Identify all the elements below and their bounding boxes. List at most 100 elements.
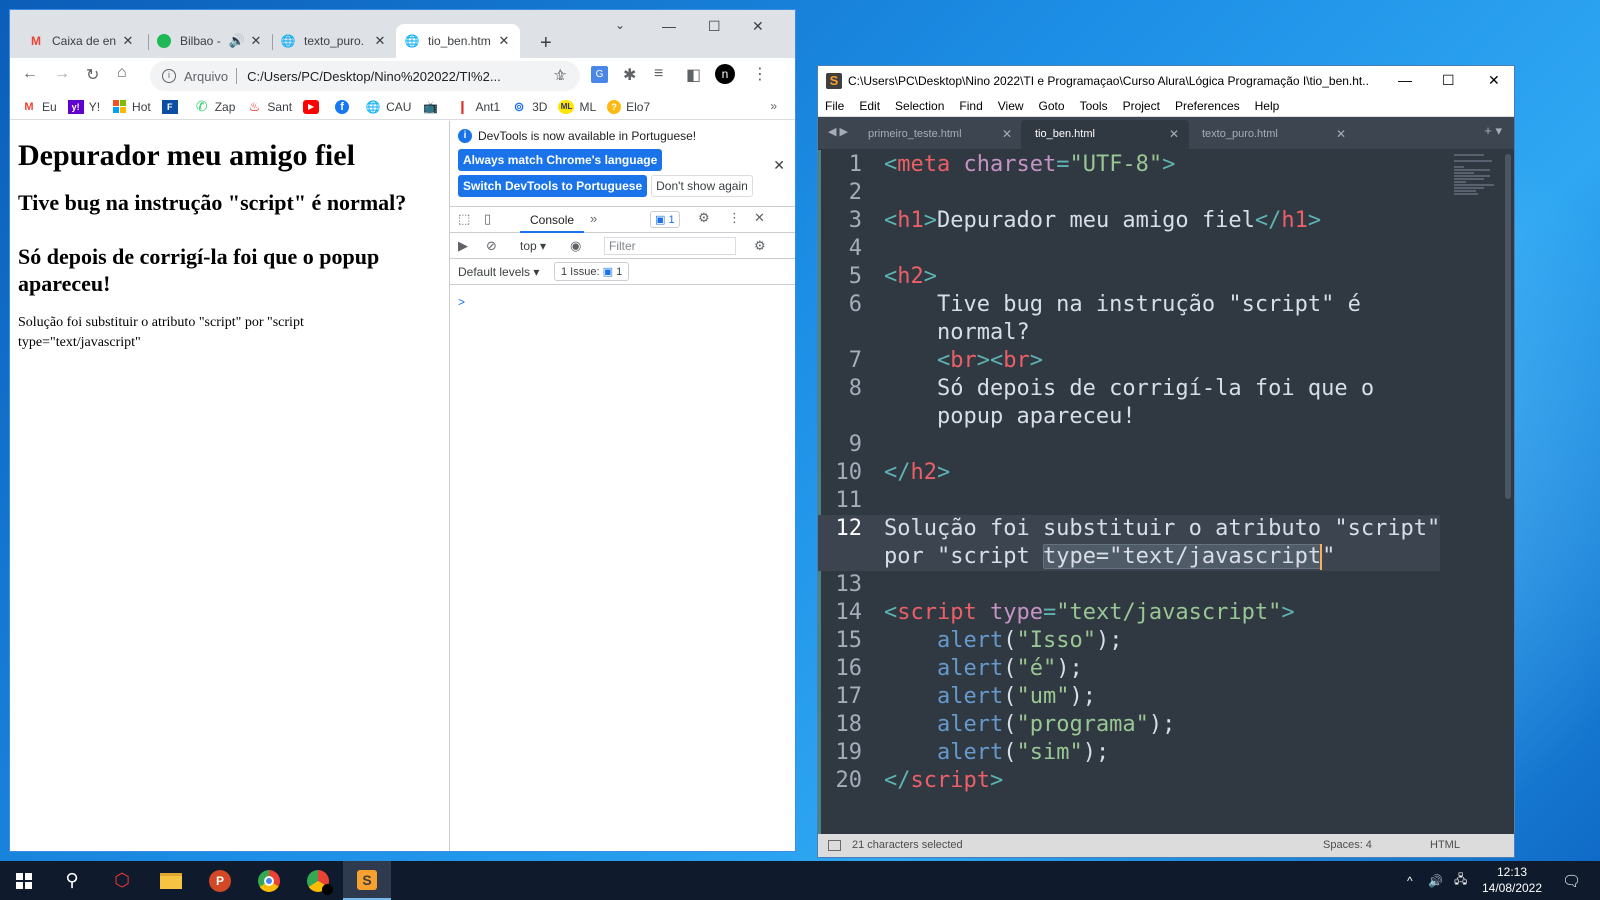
menu-preferences[interactable]: Preferences — [1175, 99, 1240, 113]
console-prompt[interactable]: > — [458, 295, 465, 309]
menu-project[interactable]: Project — [1123, 99, 1160, 113]
console-settings-icon[interactable]: ⚙ — [754, 238, 766, 254]
menu-kebab-icon[interactable]: ⋮ — [728, 210, 741, 226]
address-bar[interactable]: i Arquivo C:/Users/PC/Desktop/Nino%20202… — [150, 61, 580, 91]
syntax-status[interactable]: HTML — [1430, 834, 1460, 857]
bookmark-sant[interactable]: ♨ Sant — [246, 99, 293, 114]
speaker-icon[interactable]: 🔊 — [226, 33, 248, 49]
bookmark-ant1[interactable]: ❙ Ant1 — [454, 99, 500, 114]
bookmark-elo7[interactable]: ? Elo7 — [607, 99, 650, 114]
clear-console-icon[interactable]: ⊘ — [486, 238, 497, 254]
taskbar-sublime[interactable]: S — [343, 861, 391, 900]
new-tab-button[interactable]: + — [540, 32, 552, 55]
new-tab-icon[interactable]: + ▾ — [1484, 123, 1502, 139]
tray-overflow-icon[interactable]: ^ — [1407, 861, 1413, 900]
start-button[interactable] — [0, 861, 48, 900]
avatar[interactable]: n — [715, 64, 735, 84]
bookmark-3d[interactable]: ⊚ 3D — [511, 99, 548, 114]
close-icon[interactable]: ✕ — [1002, 120, 1012, 149]
minimap[interactable] — [1454, 154, 1500, 202]
search-button[interactable]: ⚲ — [48, 861, 96, 900]
close-icon[interactable]: ✕ — [496, 33, 512, 49]
bookmark-flag[interactable]: F — [161, 99, 183, 114]
forward-icon[interactable]: → — [54, 65, 70, 83]
taskbar-chrome[interactable] — [245, 861, 293, 900]
bookmark-hot[interactable]: Hot — [111, 100, 151, 114]
tab-gmail[interactable]: M Caixa de en ✕ — [20, 24, 144, 58]
tab-primeiro-teste[interactable]: primeiro_teste.html ✕ — [854, 120, 1022, 149]
menu-help[interactable]: Help — [1255, 99, 1280, 113]
media-control-icon[interactable]: ≡ — [654, 65, 663, 83]
taskbar-file-explorer[interactable] — [147, 861, 195, 900]
side-panel-icon[interactable]: ◧ — [686, 65, 701, 85]
close-icon[interactable]: ✕ — [754, 210, 765, 226]
inspect-element-icon[interactable]: ⬚ — [458, 211, 470, 227]
minimize-button[interactable]: — — [662, 18, 676, 34]
maximize-button[interactable]: ☐ — [708, 18, 721, 35]
menu-edit[interactable]: Edit — [859, 99, 880, 113]
code-editor[interactable]: 1 <meta charset="UTF-8"> 2 3 <h1>Depurador… — [818, 150, 1514, 834]
tab-console[interactable]: Console — [520, 207, 585, 233]
close-window-button[interactable]: ✕ — [1488, 72, 1500, 89]
settings-gear-icon[interactable]: ⚙ — [698, 210, 710, 226]
tab-nav-arrows-icon[interactable]: ◀ ▶ — [828, 125, 848, 138]
home-icon[interactable]: ⌂ — [117, 64, 127, 82]
device-toolbar-icon[interactable]: ▯ — [484, 211, 491, 227]
close-icon[interactable]: ✕ — [372, 33, 388, 49]
default-levels-dropdown[interactable]: Default levels ▾ — [458, 265, 539, 279]
close-icon[interactable]: ✕ — [773, 157, 785, 174]
volume-icon[interactable]: 🔊 — [1428, 861, 1443, 900]
system-clock[interactable]: 12:13 14/08/2022 — [1478, 864, 1546, 896]
close-window-button[interactable]: ✕ — [752, 18, 764, 35]
back-icon[interactable]: ← — [22, 65, 38, 83]
translate-icon[interactable]: G — [591, 66, 608, 83]
tab-search-icon[interactable]: ⌄ — [615, 18, 625, 32]
minimize-button[interactable]: — — [1398, 72, 1412, 88]
more-tabs-icon[interactable]: » — [590, 211, 597, 226]
bookmark-youtube[interactable]: ▶ — [303, 99, 324, 114]
info-icon[interactable]: i — [162, 69, 176, 83]
tab-tio-ben[interactable]: tio_ben.html ✕ — [1021, 120, 1189, 149]
filter-input[interactable]: Filter — [604, 237, 736, 255]
context-selector[interactable]: top ▾ — [520, 239, 546, 253]
menu-find[interactable]: Find — [959, 99, 982, 113]
network-icon[interactable]: 🖧 — [1454, 861, 1467, 900]
bookmark-facebook[interactable]: f — [335, 99, 354, 114]
menu-goto[interactable]: Goto — [1039, 99, 1065, 113]
menu-kebab-icon[interactable]: ⋮ — [752, 64, 768, 84]
menu-view[interactable]: View — [998, 99, 1024, 113]
bookmarks-overflow-icon[interactable]: » — [770, 99, 777, 113]
indentation-status[interactable]: Spaces: 4 — [1323, 834, 1372, 857]
bookmark-tv[interactable]: 📺 — [422, 100, 443, 114]
tab-texto-puro[interactable]: 🌐 texto_puro. ✕ — [272, 24, 396, 58]
close-icon[interactable]: ✕ — [1336, 120, 1346, 149]
match-language-button[interactable]: Always match Chrome's language — [458, 149, 663, 171]
bookmark-eu[interactable]: M Eu — [21, 100, 56, 114]
dont-show-again-button[interactable]: Don't show again — [651, 175, 753, 197]
bookmark-yahoo[interactable]: y! Y! — [67, 99, 100, 114]
maximize-button[interactable]: ☐ — [1442, 72, 1455, 89]
close-icon[interactable]: ✕ — [248, 33, 264, 49]
extensions-icon[interactable]: ✱ — [623, 65, 636, 85]
taskbar-chrome-profile[interactable] — [294, 861, 342, 900]
taskbar-powerpoint[interactable]: P — [196, 861, 244, 900]
vertical-scrollbar[interactable] — [1505, 154, 1511, 499]
tab-spotify[interactable]: Bilbao - 🔊 ✕ — [148, 24, 272, 58]
bookmark-ml[interactable]: ML ML — [558, 99, 596, 114]
close-icon[interactable]: ✕ — [1169, 120, 1179, 149]
menu-tools[interactable]: Tools — [1080, 99, 1108, 113]
issues-button[interactable]: 1 Issue: ▣ 1 — [554, 262, 630, 281]
panel-toggle-icon[interactable] — [828, 840, 841, 851]
messages-badge[interactable]: ▣ 1 — [650, 211, 680, 228]
bookmark-star-icon[interactable]: ☆ — [553, 65, 567, 85]
menu-selection[interactable]: Selection — [895, 99, 944, 113]
bookmark-cau[interactable]: 🌐 CAU — [365, 100, 412, 114]
bookmark-zap[interactable]: ✆ Zap — [194, 98, 236, 114]
tab-tio-ben[interactable]: 🌐 tio_ben.htm ✕ — [396, 24, 520, 58]
url-text[interactable]: C:/Users/PC/Desktop/Nino%202022/TI%2... — [247, 69, 555, 84]
sidebar-toggle-icon[interactable]: ▶ — [458, 238, 468, 254]
tab-texto-puro[interactable]: texto_puro.html ✕ — [1188, 120, 1356, 149]
notifications-icon[interactable]: 🗨 — [1562, 861, 1581, 900]
taskbar-sketchup[interactable]: ⬡ — [98, 861, 146, 900]
reload-icon[interactable]: ↻ — [86, 65, 99, 85]
